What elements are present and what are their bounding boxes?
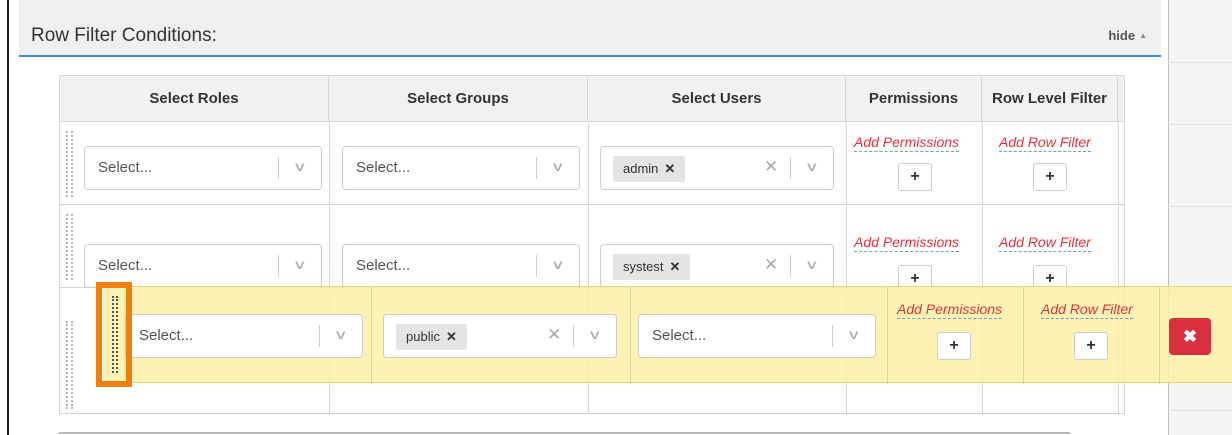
close-icon: ✖ xyxy=(1182,327,1198,346)
roles-select[interactable]: Select... ∨ xyxy=(125,314,363,358)
chevron-down-icon[interactable]: ∨ xyxy=(334,327,348,343)
users-select[interactable]: admin ✕ ✕ ∨ xyxy=(600,146,834,190)
add-permissions-link[interactable]: Add Permissions xyxy=(854,134,960,152)
select-placeholder: Select... xyxy=(356,257,411,274)
column-divider xyxy=(1159,287,1160,384)
group-tag: public ✕ xyxy=(396,324,467,350)
clear-icon[interactable]: ✕ xyxy=(764,255,778,275)
select-separator xyxy=(278,255,279,277)
header-select-roles: Select Roles xyxy=(60,76,329,122)
column-divider xyxy=(982,123,983,205)
row-filter-panel-header: Row Filter Conditions: hide ▲ xyxy=(19,0,1161,57)
gutter-divider xyxy=(1168,62,1232,63)
column-divider xyxy=(371,287,372,384)
chevron-down-icon[interactable]: ∨ xyxy=(551,159,565,175)
column-divider xyxy=(630,287,631,384)
users-select[interactable]: systest ✕ ✕ ∨ xyxy=(600,244,834,288)
select-placeholder: Select... xyxy=(98,257,153,274)
table-header: Select Roles Select Groups Select Users … xyxy=(60,76,1124,122)
select-separator xyxy=(536,157,537,179)
users-select[interactable]: Select... ∨ xyxy=(638,314,876,358)
table-row: Select... ∨ Select... ∨ systest ✕ ✕ ∨ Add… xyxy=(60,206,1124,293)
caret-up-icon: ▲ xyxy=(1139,31,1147,40)
chevron-down-icon[interactable]: ∨ xyxy=(551,257,565,273)
chevron-down-icon[interactable]: ∨ xyxy=(805,257,819,273)
outer-border xyxy=(7,0,9,435)
drag-handle-icon[interactable] xyxy=(112,296,118,373)
remove-tag-icon[interactable]: ✕ xyxy=(669,259,680,274)
user-tag-label: admin xyxy=(623,161,659,176)
column-divider xyxy=(329,123,330,205)
select-placeholder: Select... xyxy=(98,159,153,176)
header-row-level-filter: Row Level Filter xyxy=(982,76,1118,122)
column-divider xyxy=(846,123,847,205)
select-separator xyxy=(278,157,279,179)
select-separator xyxy=(790,157,791,179)
column-divider xyxy=(588,123,589,205)
column-divider xyxy=(846,206,847,288)
chevron-down-icon[interactable]: ∨ xyxy=(293,257,307,273)
roles-select[interactable]: Select... ∨ xyxy=(84,146,322,190)
header-select-users: Select Users xyxy=(588,76,846,122)
select-separator xyxy=(790,255,791,277)
gutter-divider xyxy=(1168,206,1232,207)
column-divider xyxy=(982,206,983,288)
hide-toggle[interactable]: hide ▲ xyxy=(1108,28,1147,43)
chevron-down-icon[interactable]: ∨ xyxy=(847,327,861,343)
drag-handle-icon[interactable] xyxy=(66,214,73,280)
add-permissions-link[interactable]: Add Permissions xyxy=(897,301,1003,319)
add-row-filter-link[interactable]: Add Row Filter xyxy=(999,134,1091,152)
user-tag: systest ✕ xyxy=(613,254,691,280)
column-divider xyxy=(588,206,589,288)
select-separator xyxy=(573,325,574,347)
add-permissions-button[interactable]: + xyxy=(937,332,971,360)
column-divider xyxy=(329,206,330,288)
chevron-down-icon[interactable]: ∨ xyxy=(588,327,602,343)
clear-icon[interactable]: ✕ xyxy=(547,325,561,345)
select-separator xyxy=(536,255,537,277)
group-tag-label: public xyxy=(406,329,440,344)
column-divider xyxy=(1118,206,1119,288)
groups-select[interactable]: public ✕ ✕ ∨ xyxy=(383,314,617,358)
dragged-row[interactable]: Select... ∨ public ✕ ✕ ∨ Select... ∨ Add … xyxy=(103,286,1232,384)
drag-handle-icon[interactable] xyxy=(66,131,73,197)
select-placeholder: Select... xyxy=(652,327,707,344)
clear-icon[interactable]: ✕ xyxy=(764,157,778,177)
gutter-divider xyxy=(1168,124,1232,125)
table-row: Select... ∨ Select... ∨ admin ✕ ✕ ∨ Add P… xyxy=(60,123,1124,205)
panel-title: Row Filter Conditions: xyxy=(31,25,217,46)
select-placeholder: Select... xyxy=(356,159,411,176)
user-tag: admin ✕ xyxy=(613,156,686,182)
add-permissions-button[interactable]: + xyxy=(898,163,932,191)
groups-select[interactable]: Select... ∨ xyxy=(342,244,580,288)
add-row-filter-button[interactable]: + xyxy=(1033,163,1067,191)
hide-label: hide xyxy=(1108,28,1136,43)
delete-row-button[interactable]: ✖ xyxy=(1169,318,1211,355)
drag-handle-icon[interactable] xyxy=(66,321,73,409)
user-tag-label: systest xyxy=(623,259,664,274)
column-divider xyxy=(1118,123,1119,205)
remove-tag-icon[interactable]: ✕ xyxy=(446,329,457,344)
header-permissions: Permissions xyxy=(846,76,982,122)
groups-select[interactable]: Select... ∨ xyxy=(342,146,580,190)
column-divider xyxy=(1023,287,1024,384)
chevron-down-icon[interactable]: ∨ xyxy=(293,159,307,175)
add-permissions-link[interactable]: Add Permissions xyxy=(854,234,960,252)
section-divider xyxy=(59,432,1070,434)
select-separator xyxy=(319,325,320,347)
select-separator xyxy=(832,325,833,347)
remove-tag-icon[interactable]: ✕ xyxy=(664,161,675,176)
drag-handle-highlight[interactable] xyxy=(96,282,132,387)
header-select-groups: Select Groups xyxy=(329,76,588,122)
chevron-down-icon[interactable]: ∨ xyxy=(805,159,819,175)
add-row-filter-link[interactable]: Add Row Filter xyxy=(999,234,1091,252)
column-divider xyxy=(887,287,888,384)
select-placeholder: Select... xyxy=(139,327,194,344)
gutter-divider xyxy=(1168,410,1232,411)
add-row-filter-link[interactable]: Add Row Filter xyxy=(1041,301,1133,319)
add-row-filter-button[interactable]: + xyxy=(1074,332,1108,360)
